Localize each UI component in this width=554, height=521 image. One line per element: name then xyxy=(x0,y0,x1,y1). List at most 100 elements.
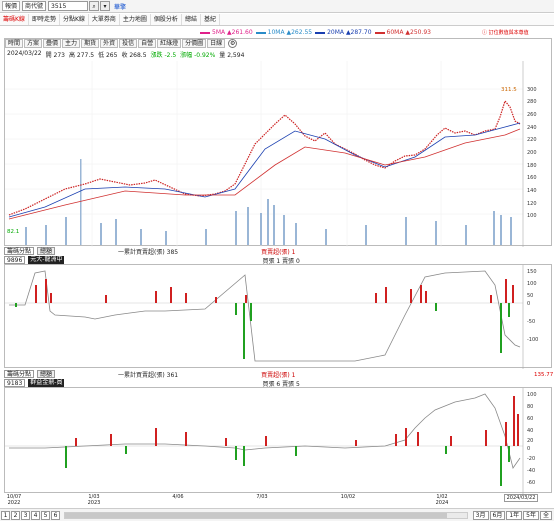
menu-item-chip-kline[interactable]: 籌碼K線 xyxy=(0,14,29,25)
b2-ytick-20: 20 xyxy=(527,438,533,444)
broker-chart-2: 100 80 60 40 20 0 -20 -40 -60 xyxy=(5,388,537,494)
price-panel: 時間 方案 疊價 主力 期貨 外資 投信 自營 紅綠燈 分價圖 日線 ⚙ 202… xyxy=(4,38,552,247)
broker-total-button-1[interactable]: 總額 xyxy=(37,247,56,255)
broker-tab-2[interactable]: 籌碼分點 xyxy=(4,370,35,378)
broker-tab-1[interactable]: 籌碼分點 xyxy=(4,247,35,255)
ma20-value: ▲287.70 xyxy=(345,29,372,36)
xtick-current: 2024/03/22 xyxy=(504,494,538,502)
period-3m-button[interactable]: 3月 xyxy=(472,510,489,520)
ytick-120: 120 xyxy=(527,201,537,207)
xtick-4: 10/02 xyxy=(340,494,356,500)
broker-chart-1: 150 100 50 0 -50 -100 xyxy=(5,265,538,369)
xtick-3: 7/03 xyxy=(256,494,268,500)
broker-panel-1: 150 100 50 0 -50 -100 xyxy=(4,264,552,369)
ytick-300: 300 xyxy=(527,87,537,93)
note-text: ⓘ 訂位數值與本尊值 xyxy=(482,30,529,36)
ytick-200: 200 xyxy=(527,150,537,156)
period-5y-button[interactable]: 5年 xyxy=(523,510,539,520)
ytick-140: 140 xyxy=(527,188,537,194)
ma60-value: ▲250.93 xyxy=(405,29,431,36)
b2-ytick-60: 60 xyxy=(527,416,533,422)
ma60-label: 60MA xyxy=(386,29,404,36)
period-1y-button[interactable]: 1年 xyxy=(506,510,523,520)
ma10-swatch xyxy=(255,31,266,34)
ma-legend-10: 10MA ▲262.55 xyxy=(255,29,313,36)
page-3-button[interactable]: 3 xyxy=(21,510,30,520)
b1-ytick-50: 50 xyxy=(527,293,533,299)
volume-bars xyxy=(25,159,512,245)
search-icon[interactable]: ⌕ xyxy=(89,1,100,11)
b2-ytick-0: 0 xyxy=(527,446,530,452)
menu-item-big-order[interactable]: 大單券商 xyxy=(89,14,120,25)
cum-line-2 xyxy=(9,393,521,469)
b1-ytick-0: 0 xyxy=(527,301,530,307)
page-1-button[interactable]: 1 xyxy=(1,510,10,520)
ma20-swatch xyxy=(315,31,326,34)
b2-ytick-100: 100 xyxy=(527,392,537,398)
broker-total-button-2[interactable]: 總額 xyxy=(37,370,56,378)
low-marker: 82.1 xyxy=(7,229,19,235)
ma60-swatch xyxy=(374,31,385,34)
ma-legend: 5MA ▲261.60 10MA ▲262.55 20MA ▲287.70 60… xyxy=(200,29,431,36)
candlesticks xyxy=(8,99,521,216)
b2-ytick-m20: -20 xyxy=(527,456,535,462)
xtick-1: 1/03 2023 xyxy=(87,494,101,506)
ma5-value: ▲261.60 xyxy=(227,29,253,36)
ma5-swatch xyxy=(200,31,210,34)
menu-item-realtime[interactable]: 即時走勢 xyxy=(29,14,60,25)
xtick-5: 1/02 2024 xyxy=(435,494,449,506)
ma60-line xyxy=(8,128,521,220)
scroll-thumb[interactable] xyxy=(65,512,447,518)
ma10-value: ▲262.55 xyxy=(286,29,313,36)
b1-ytick-m100: -100 xyxy=(527,337,538,343)
ytick-220: 220 xyxy=(527,137,537,143)
period-all-button[interactable]: 全 xyxy=(539,510,552,520)
ytick-160: 160 xyxy=(527,175,537,181)
menu-item-main-map[interactable]: 主力地圖 xyxy=(120,14,151,25)
menu-item-broker-kline[interactable]: 分點K線 xyxy=(60,14,89,25)
stock-code-label: 商代號 xyxy=(22,1,47,11)
b1-ytick-100: 100 xyxy=(527,281,537,287)
ma-legend-20: 20MA ▲287.70 xyxy=(315,29,372,36)
menu-item-summary[interactable]: 總結 xyxy=(182,14,201,25)
page-2-button[interactable]: 2 xyxy=(11,510,20,520)
price-chart: 300 280 260 240 220 200 180 160 140 120 … xyxy=(5,61,537,247)
page-6-button[interactable]: 6 xyxy=(51,510,60,520)
ytick-260: 260 xyxy=(527,112,537,118)
horizontal-scrollbar[interactable] xyxy=(64,511,468,519)
menu-item-record[interactable]: 基紀 xyxy=(201,14,220,25)
period-6m-button[interactable]: 6月 xyxy=(489,510,506,520)
chevron-down-icon[interactable]: ▾ xyxy=(100,1,111,11)
tab-quote[interactable]: 報價 xyxy=(2,1,21,11)
menu-item-analysis[interactable]: 個股分析 xyxy=(151,14,182,25)
ytick-100: 100 xyxy=(527,213,537,219)
high-marker: 311.5 xyxy=(501,87,517,93)
b2-ytick-80: 80 xyxy=(527,404,533,410)
xtick-0: 10/07 2022 xyxy=(6,494,22,506)
b1-ytick-150: 150 xyxy=(527,269,537,275)
page-5-button[interactable]: 5 xyxy=(41,510,50,520)
ma5-label: 5MA xyxy=(212,29,226,36)
ytick-240: 240 xyxy=(527,125,537,131)
net-bars-negative-1 xyxy=(15,303,510,359)
ma10-label: 10MA xyxy=(267,29,285,36)
page-4-button[interactable]: 4 xyxy=(31,510,40,520)
ma20-line xyxy=(8,122,521,218)
b1-ytick-m50: -50 xyxy=(527,319,535,325)
b2-ytick-m40: -40 xyxy=(527,468,535,474)
broker-yaxis-1: 150 100 50 0 -50 -100 xyxy=(527,269,538,343)
broker-code-1[interactable]: 9896 xyxy=(4,256,26,264)
bottom-toolbar: 1 2 3 4 5 6 3月 6月 1年 5年 全 xyxy=(0,508,554,521)
price-yaxis: 300 280 260 240 220 200 180 160 140 120 … xyxy=(527,87,537,219)
date-axis: 10/07 2022 1/03 2023 4/06 7/03 10/02 1/02 2… xyxy=(4,494,552,508)
ytick-180: 180 xyxy=(527,163,537,169)
b2-ytick-m60: -60 xyxy=(527,480,535,486)
broker-name-2: 群益金鼎-員 xyxy=(28,379,65,387)
cum-line-1 xyxy=(9,270,521,362)
net-bars-positive-2 xyxy=(75,396,519,446)
xtick-2: 4/06 xyxy=(172,494,184,500)
broker-code-2[interactable]: 9183 xyxy=(4,379,26,387)
current-value-2: 135.77 xyxy=(534,372,554,378)
net-bars-negative-2 xyxy=(65,446,510,486)
stock-code-input[interactable]: 3515 xyxy=(48,1,89,11)
